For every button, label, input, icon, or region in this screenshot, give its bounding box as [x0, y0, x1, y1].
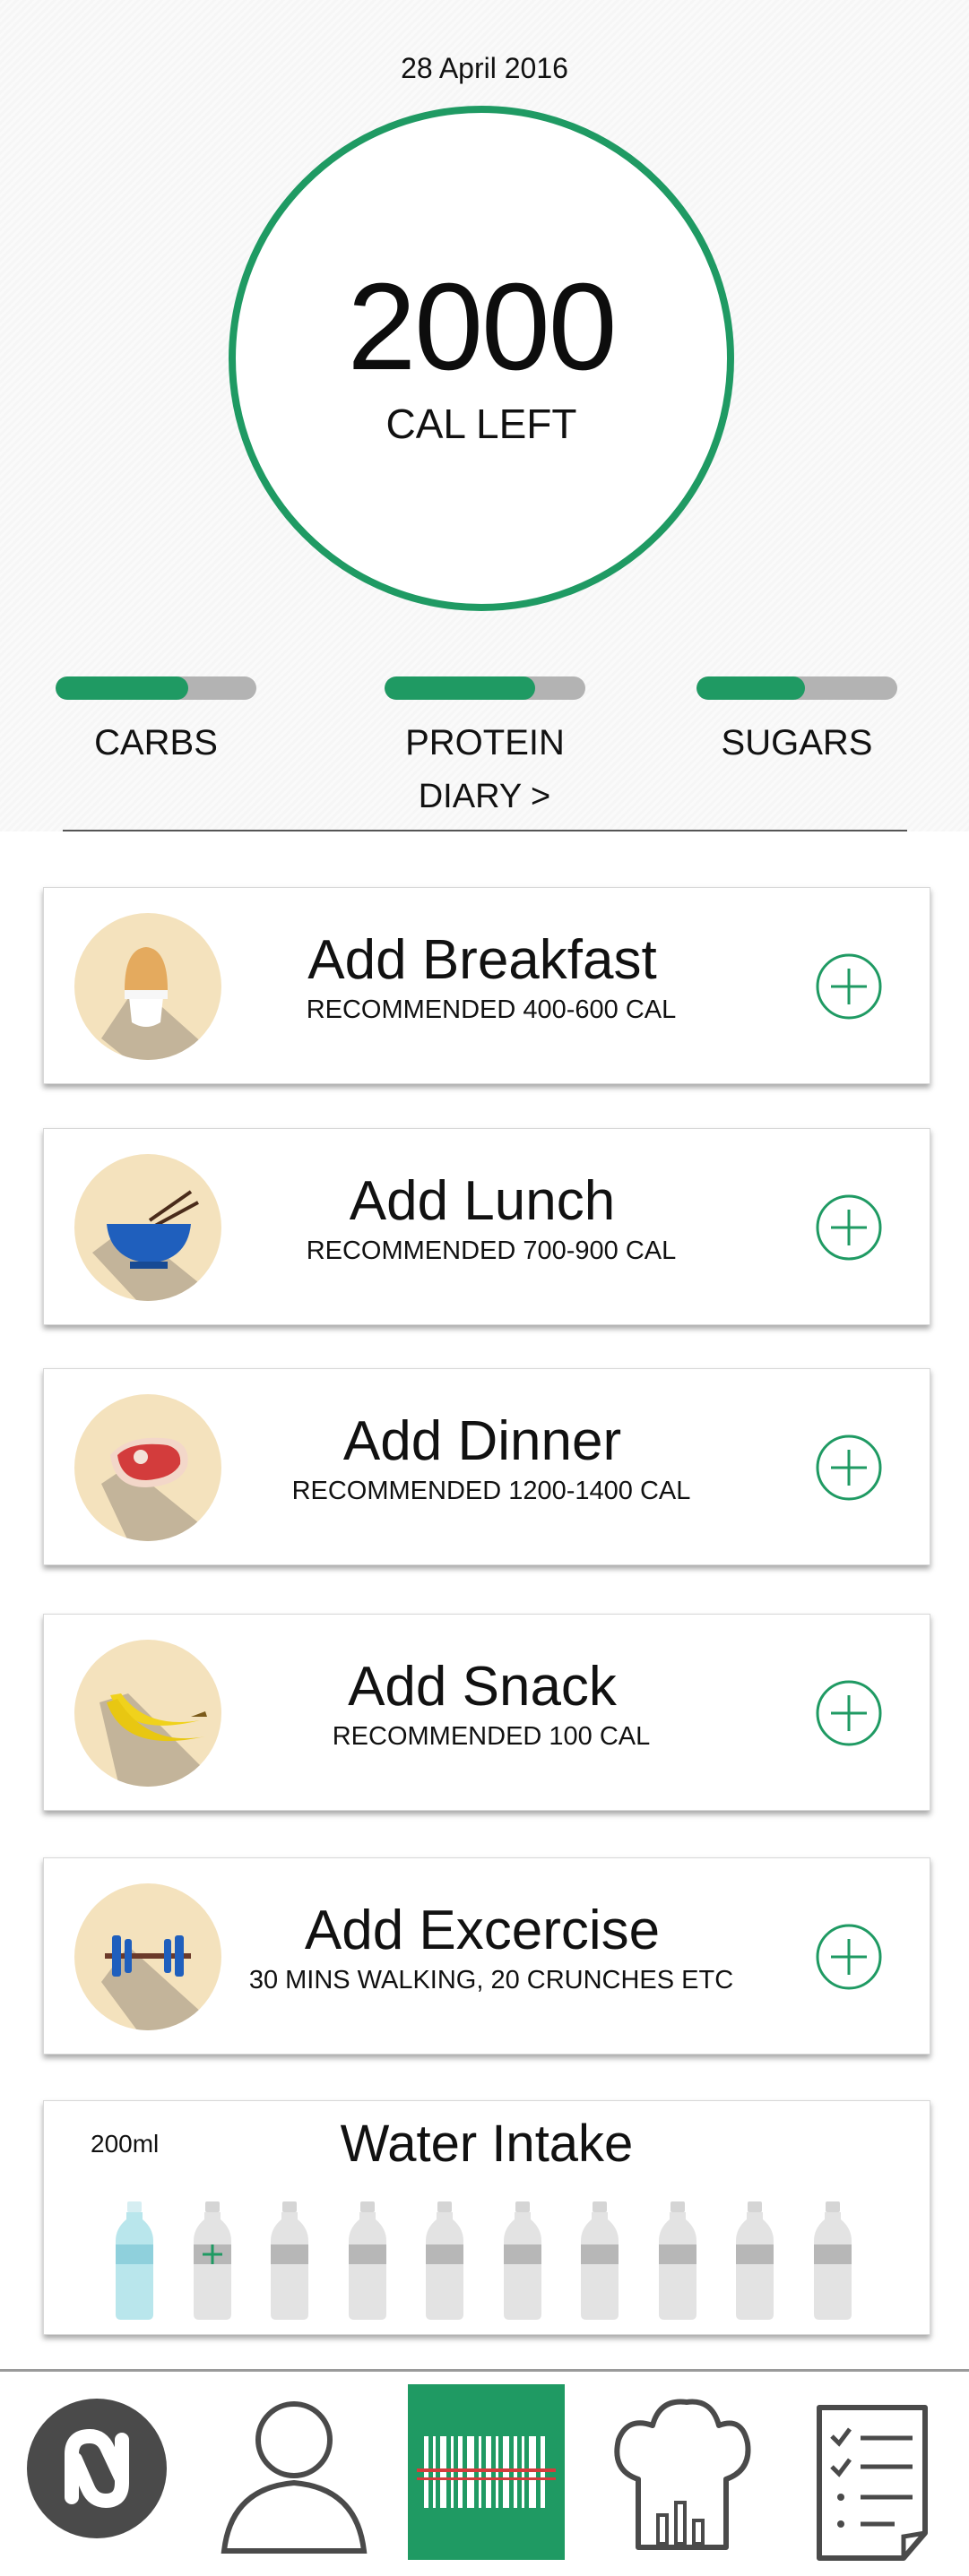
water-bottle[interactable]: [579, 2201, 620, 2320]
protein-progress-bar: [385, 676, 585, 700]
add-snack-card[interactable]: Add Snack RECOMMENDED 100 CAL: [43, 1614, 930, 1811]
water-bottle-add[interactable]: [192, 2201, 233, 2320]
snack-title: Add Snack: [348, 1656, 617, 1718]
dumbbell-icon: [74, 1883, 221, 2030]
protein-label: PROTEIN: [405, 723, 565, 762]
bowl-chopsticks-icon: [74, 1154, 221, 1301]
dinner-subtitle: RECOMMENDED 1200-1400 CAL: [291, 1477, 691, 1505]
carbs-label: CARBS: [94, 723, 218, 762]
protein-progress-fill: [385, 676, 535, 700]
breakfast-subtitle: RECOMMENDED 400-600 CAL: [306, 995, 677, 1024]
calories-left-value: 2000: [347, 258, 618, 396]
water-bottle[interactable]: [502, 2201, 543, 2320]
water-bottle[interactable]: [347, 2201, 388, 2320]
add-lunch-plus-icon[interactable]: [815, 1193, 883, 1262]
exercise-subtitle: 30 MINS WALKING, 20 CRUNCHES ETC: [248, 1966, 734, 1994]
profile-icon[interactable]: [213, 2372, 375, 2572]
calorie-ring: 2000 CAL LEFT: [229, 106, 734, 611]
water-bottle[interactable]: [424, 2201, 465, 2320]
breakfast-title: Add Breakfast: [307, 929, 657, 991]
banana-icon: [74, 1640, 221, 1787]
bottom-nav: [0, 2369, 969, 2572]
lunch-subtitle: RECOMMENDED 700-900 CAL: [306, 1236, 677, 1265]
calories-left-label: CAL LEFT: [385, 401, 577, 447]
carbs-progress-fill: [56, 676, 188, 700]
water-bottle[interactable]: [269, 2201, 310, 2320]
snack-subtitle: RECOMMENDED 100 CAL: [332, 1722, 651, 1751]
diary-link[interactable]: DIARY >: [0, 778, 969, 816]
steak-icon: [74, 1394, 221, 1541]
checklist-icon[interactable]: [814, 2372, 932, 2572]
add-lunch-card[interactable]: Add Lunch RECOMMENDED 700-900 CAL: [43, 1128, 930, 1325]
carbs-progress-bar: [56, 676, 256, 700]
water-bottle[interactable]: [734, 2201, 775, 2320]
lunch-title: Add Lunch: [349, 1170, 616, 1232]
add-snack-plus-icon[interactable]: [815, 1679, 883, 1747]
egg-icon: [74, 913, 221, 1060]
macro-sugars: SUGARS: [696, 676, 897, 763]
add-breakfast-card[interactable]: Add Breakfast RECOMMENDED 400-600 CAL: [43, 887, 930, 1084]
add-dinner-card[interactable]: Add Dinner RECOMMENDED 1200-1400 CAL: [43, 1368, 930, 1565]
barcode-scanner-icon[interactable]: [408, 2384, 565, 2560]
date-label: 28 April 2016: [401, 52, 568, 84]
chef-hat-icon[interactable]: [606, 2372, 757, 2572]
dinner-title: Add Dinner: [342, 1410, 622, 1472]
macro-carbs: CARBS: [56, 676, 256, 763]
add-dinner-plus-icon[interactable]: [815, 1434, 883, 1502]
sugars-progress-fill: [696, 676, 805, 700]
add-breakfast-plus-icon[interactable]: [815, 952, 883, 1021]
sugars-label: SUGARS: [721, 723, 873, 762]
divider: [63, 830, 907, 831]
water-bottle[interactable]: [812, 2201, 853, 2320]
add-exercise-plus-icon[interactable]: [815, 1923, 883, 1991]
sugars-progress-bar: [696, 676, 897, 700]
water-bottle[interactable]: [114, 2201, 155, 2320]
add-exercise-card[interactable]: Add Excercise 30 MINS WALKING, 20 CRUNCH…: [43, 1857, 930, 2055]
summary-panel: 28 April 2016 2000 CAL LEFT CARBS PROTEI…: [0, 0, 969, 831]
water-intake-card: 200ml Water Intake: [43, 2100, 930, 2335]
exercise-title: Add Excercise: [304, 1900, 661, 1961]
water-bottle[interactable]: [657, 2201, 698, 2320]
macro-protein: PROTEIN: [385, 676, 585, 763]
logo-icon[interactable]: [25, 2372, 172, 2572]
water-intake-title: Water Intake: [340, 2115, 634, 2173]
